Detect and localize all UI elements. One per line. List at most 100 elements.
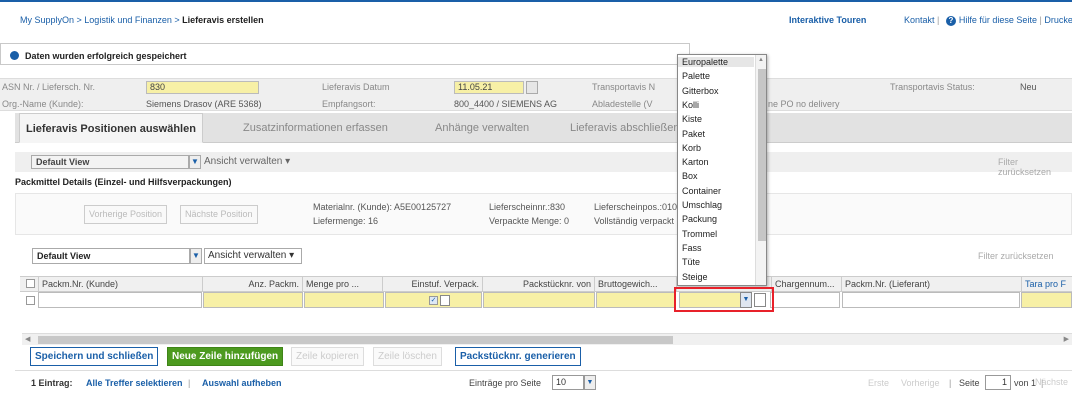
chevron-down-icon[interactable]: ▼ <box>189 155 201 169</box>
scroll-left-icon[interactable]: ◀ <box>25 335 30 343</box>
transport-status-label: Transportavis Status: <box>890 82 975 92</box>
dropdown-option[interactable]: Gitterbox <box>682 86 719 96</box>
tab-anhaenge[interactable]: Anhänge verwalten <box>429 113 535 143</box>
row-checkbox[interactable] <box>26 296 35 305</box>
dropdown-option[interactable]: Container <box>682 186 721 196</box>
dropdown-option[interactable]: Paket <box>682 129 705 139</box>
prev-page-link[interactable]: Vorherige <box>901 378 940 388</box>
lookup-icon[interactable] <box>440 295 450 306</box>
delivery-note-number: Lieferscheinnr.:830 <box>489 202 566 212</box>
page-label: Seite <box>959 378 980 388</box>
page-input[interactable]: 1 <box>985 375 1011 390</box>
delete-row-button[interactable]: Zeile löschen <box>373 347 442 366</box>
column-packstuecknr-von[interactable]: Packstücknr. von <box>482 277 594 291</box>
asn-label: ASN Nr. / Liefersch. Nr. <box>2 82 96 92</box>
contact-link[interactable]: Kontakt <box>904 15 935 25</box>
table-manage-view-label: Ansicht verwalten <box>208 250 287 261</box>
dropdown-option[interactable]: Kolli <box>682 100 699 110</box>
dropdown-option[interactable]: Trommel <box>682 229 717 239</box>
info-icon <box>10 51 19 60</box>
position-details: Vorherige Position Nächste Position Mate… <box>15 193 1072 235</box>
dropdown-option[interactable]: Korb <box>682 143 701 153</box>
breadcrumb-separator: > <box>74 15 85 25</box>
breadcrumb-current: Lieferavis erstellen <box>182 15 264 25</box>
dropdown-option[interactable]: Fass <box>682 243 702 253</box>
dropdown-option[interactable]: Europalette <box>678 57 754 67</box>
generate-package-number-button[interactable]: Packstücknr. generieren <box>455 347 581 366</box>
per-page-select[interactable]: 10 <box>552 375 584 390</box>
select-all-checkbox[interactable] <box>26 279 35 288</box>
chevron-down-icon[interactable]: ▼ <box>190 248 202 264</box>
dropdown-option[interactable]: Palette <box>682 71 710 81</box>
scrollbar-thumb[interactable] <box>38 336 673 344</box>
org-value: Siemens Drasov (ARE 5368) <box>146 99 262 109</box>
date-input[interactable]: 11.05.21 <box>454 81 524 94</box>
material-number: Materialnr. (Kunde): A5E00125727 <box>313 202 452 212</box>
column-anz-packm[interactable]: Anz. Packm. <box>202 277 302 291</box>
first-page-link[interactable]: Erste <box>868 378 889 388</box>
recv-value: 800_4400 / SIEMENS AG <box>454 99 558 109</box>
dropdown-option[interactable]: Box <box>682 171 698 181</box>
tab-abschliessen[interactable]: Lieferavis abschließen <box>564 113 685 143</box>
packstuecknr-input[interactable] <box>483 292 595 308</box>
packm-nr-kunde-input[interactable] <box>38 292 202 308</box>
next-page-link[interactable]: Nächste <box>1035 377 1068 387</box>
interactive-tours-link[interactable]: Interaktive Touren <box>789 15 866 25</box>
column-bruttogewicht[interactable]: Bruttogewich... <box>594 277 676 291</box>
breadcrumb-my-supplyon[interactable]: My SupplyOn <box>20 15 74 25</box>
dropdown-option[interactable]: Umschlag <box>682 200 722 210</box>
packm-nr-lieferant-input[interactable] <box>842 292 1020 308</box>
dropdown-scrollbar-thumb[interactable] <box>758 69 766 241</box>
add-row-button[interactable]: Neue Zeile hinzufügen <box>167 347 284 366</box>
tab-bar: Lieferavis Positionen auswählen Zusatzin… <box>15 113 1072 143</box>
view-select[interactable]: Default View <box>31 155 189 169</box>
prev-position-button[interactable]: Vorherige Position <box>84 205 168 224</box>
entry-count: 1 Eintrag: <box>31 378 73 388</box>
save-close-button[interactable]: Speichern und schließen <box>30 347 159 366</box>
anz-packm-input[interactable] <box>203 292 303 308</box>
dropdown-option[interactable]: Tüte <box>682 257 700 267</box>
help-icon: ? <box>945 16 956 26</box>
select-all-link[interactable]: Alle Treffer selektieren <box>86 378 183 388</box>
chevron-down-icon[interactable]: ▼ <box>584 375 596 390</box>
date-label: Lieferavis Datum <box>322 82 390 92</box>
print-link[interactable]: Drucker <box>1044 15 1072 25</box>
chargennummer-input[interactable] <box>770 292 840 308</box>
dropdown-option[interactable]: Karton <box>682 157 709 167</box>
column-packm-nr-lieferant[interactable]: Packm.Nr. (Lieferant) <box>841 277 1021 291</box>
help-link[interactable]: Hilfe für diese Seite <box>959 15 1037 25</box>
column-einstuf-verpack[interactable]: Einstuf. Verpack. <box>382 277 482 291</box>
packmittel-type-dropdown[interactable]: Europalette Palette Gitterbox Kolli Kiste Pak… <box>677 54 767 286</box>
breadcrumb-logistik[interactable]: Logistik und Finanzen <box>84 15 172 25</box>
calendar-icon[interactable] <box>526 81 538 94</box>
asn-input[interactable]: 830 <box>146 81 259 94</box>
next-position-button[interactable]: Nächste Position <box>180 205 258 224</box>
scroll-right-icon[interactable]: ▶ <box>1064 335 1069 343</box>
unload-label: Abladestelle (V <box>592 99 653 109</box>
tab-zusatzinformationen[interactable]: Zusatzinformationen erfassen <box>237 113 394 143</box>
horizontal-scrollbar[interactable]: ◀ ▶ <box>22 333 1072 345</box>
dropdown-option[interactable]: Steige <box>682 272 708 282</box>
table-view-select[interactable]: Default View <box>32 248 190 264</box>
table-manage-view-button[interactable]: Ansicht verwalten ▾ <box>204 248 302 264</box>
scroll-up-icon[interactable]: ▲ <box>758 57 764 63</box>
dropdown-scrollbar[interactable]: ▲ <box>755 55 766 285</box>
deselect-link[interactable]: Auswahl aufheben <box>202 378 282 388</box>
dropdown-option[interactable]: Kiste <box>682 114 702 124</box>
tab-positionen[interactable]: Lieferavis Positionen auswählen <box>19 113 203 143</box>
table-filter-reset-link[interactable]: Filter zurücksetzen <box>978 251 1054 261</box>
column-packm-nr-kunde[interactable]: Packm.Nr. (Kunde) <box>38 277 202 291</box>
success-message: Daten wurden erfolgreich gespeichert <box>0 43 690 65</box>
bruttogewicht-input[interactable] <box>596 292 676 308</box>
dropdown-option[interactable]: Packung <box>682 214 717 224</box>
column-menge-pro[interactable]: Menge pro ... <box>302 277 382 291</box>
menge-pro-input[interactable] <box>304 292 384 308</box>
copy-row-button[interactable]: Zeile kopieren <box>291 347 364 366</box>
column-chargennummer[interactable]: Chargennum... <box>771 277 841 291</box>
recv-label: Empfangsort: <box>322 99 376 109</box>
manage-view-button[interactable]: Ansicht verwalten ▾ <box>204 156 290 167</box>
tara-input[interactable] <box>1021 292 1072 308</box>
column-tara[interactable]: Tara pro F <box>1021 277 1072 291</box>
einstuf-checkbox[interactable]: ✓ <box>429 296 438 305</box>
filter-reset-link[interactable]: Filter zurücksetzen <box>998 157 1072 177</box>
